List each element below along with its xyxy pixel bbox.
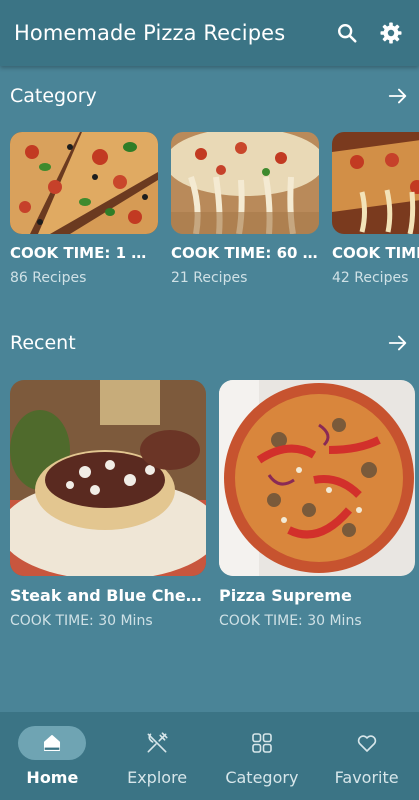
arrow-right-icon[interactable] — [387, 85, 409, 107]
grid-icon[interactable] — [228, 726, 296, 760]
category-title: COOK TIME: 45 Mins — [332, 244, 419, 262]
recipe-cook-time: COOK TIME: 30 Mins — [219, 613, 362, 629]
utensils-icon[interactable] — [123, 726, 191, 760]
recent-recipe-card[interactable]: Steak and Blue Cheese Pizza COOK TIME: 3… — [10, 380, 206, 629]
nav-label-explore: Explore — [127, 768, 188, 787]
recent-section-header: Recent — [10, 328, 409, 358]
category-recipe-count: 42 Recipes — [332, 270, 409, 286]
category-title: COOK TIME: 60 Mins — [171, 244, 319, 262]
search-icon[interactable] — [335, 21, 359, 45]
recent-recipe-card[interactable]: Pizza Supreme COOK TIME: 30 Mins — [219, 380, 415, 629]
category-card[interactable]: COOK TIME: 60 Mins 21 Recipes — [171, 132, 319, 286]
category-image — [10, 132, 158, 234]
recipe-title: Pizza Supreme — [219, 586, 352, 605]
category-section-title: Category — [10, 85, 97, 107]
nav-label-category: Category — [225, 768, 299, 787]
nav-item-favorite[interactable]: Favorite — [314, 712, 419, 800]
category-image — [171, 132, 319, 234]
category-title: COOK TIME: 1 Hr 30 Mins — [10, 244, 158, 262]
category-carousel[interactable]: COOK TIME: 1 Hr 30 Mins 86 Recipes COOK … — [10, 132, 419, 302]
nav-label-home: Home — [26, 768, 79, 787]
recipe-title: Steak and Blue Cheese Pizza — [10, 586, 206, 605]
recipe-image — [10, 380, 206, 576]
category-card[interactable]: COOK TIME: 1 Hr 30 Mins 86 Recipes — [10, 132, 158, 286]
nav-item-home[interactable]: Home — [0, 712, 105, 800]
arrow-right-icon[interactable] — [387, 332, 409, 354]
category-recipe-count: 86 Recipes — [10, 270, 87, 286]
gear-icon[interactable] — [379, 21, 403, 45]
recipe-image — [219, 380, 415, 576]
nav-label-favorite: Favorite — [334, 768, 399, 787]
category-section-header: Category — [10, 81, 409, 111]
category-card[interactable]: COOK TIME: 45 Mins 42 Recipes — [332, 132, 419, 286]
nav-item-category[interactable]: Category — [210, 712, 315, 800]
recent-section-title: Recent — [10, 332, 76, 354]
home-icon[interactable] — [18, 726, 87, 760]
recipe-cook-time: COOK TIME: 30 Mins — [10, 613, 153, 629]
app-title: Homemade Pizza Recipes — [14, 21, 286, 45]
bottom-navigation: Home Explore Category Favorite — [0, 712, 419, 800]
nav-item-explore[interactable]: Explore — [105, 712, 210, 800]
category-recipe-count: 21 Recipes — [171, 270, 248, 286]
app-bar: Homemade Pizza Recipes — [0, 0, 419, 66]
heart-icon[interactable] — [333, 726, 401, 760]
category-image — [332, 132, 419, 234]
